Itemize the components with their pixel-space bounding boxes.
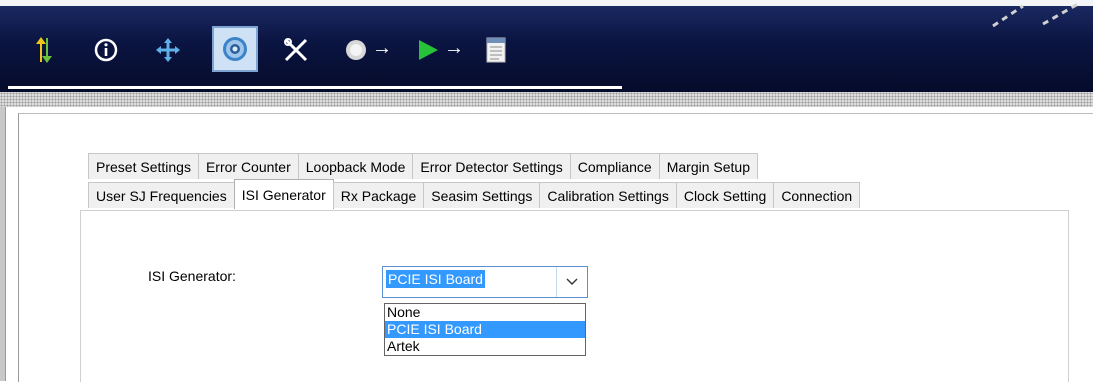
arrow-right-icon: → bbox=[372, 37, 392, 59]
run-play-icon[interactable] bbox=[408, 30, 448, 70]
dropdown-toggle-button[interactable] bbox=[556, 267, 587, 297]
dropdown-option-pcie-isi-board[interactable]: PCIE ISI Board bbox=[385, 321, 585, 338]
isi-generator-label: ISI Generator: bbox=[148, 268, 236, 284]
left-edge-bar bbox=[0, 107, 6, 381]
tab-compliance[interactable]: Compliance bbox=[569, 153, 660, 179]
isi-generator-dropdown-list: None PCIE ISI Board Artek bbox=[384, 303, 586, 356]
report-document-icon[interactable] bbox=[476, 30, 516, 70]
tab-clock-setting[interactable]: Clock Setting bbox=[675, 182, 775, 208]
tab-preset-settings[interactable]: Preset Settings bbox=[88, 153, 199, 179]
tab-row-1: Preset Settings Error Counter Loopback M… bbox=[88, 153, 758, 179]
tab-seasim-settings[interactable]: Seasim Settings bbox=[423, 182, 541, 208]
tab-connection[interactable]: Connection bbox=[773, 182, 861, 208]
info-icon[interactable] bbox=[86, 30, 126, 70]
arrow-right-icon: → bbox=[444, 37, 464, 59]
splitter-band[interactable] bbox=[0, 92, 1093, 107]
power-icon[interactable] bbox=[336, 30, 376, 70]
isi-generator-value-area[interactable]: PCIE ISI Board bbox=[383, 267, 556, 297]
tab-loopback-mode[interactable]: Loopback Mode bbox=[297, 153, 414, 179]
tab-user-sj-frequencies[interactable]: User SJ Frequencies bbox=[88, 182, 235, 208]
dropdown-option-artek[interactable]: Artek bbox=[385, 338, 585, 355]
tab-rx-package[interactable]: Rx Package bbox=[332, 182, 425, 208]
toolbar-underline bbox=[8, 86, 622, 89]
tab-error-detector-settings[interactable]: Error Detector Settings bbox=[412, 153, 571, 179]
tab-margin-setup[interactable]: Margin Setup bbox=[658, 153, 758, 179]
pencil-icon bbox=[983, 0, 1093, 33]
chevron-down-icon bbox=[566, 278, 578, 285]
isi-generator-select[interactable]: PCIE ISI Board bbox=[382, 266, 588, 298]
transfer-arrows-icon[interactable] bbox=[24, 30, 64, 70]
main-toolbar: → → bbox=[0, 0, 1093, 92]
tab-calibration-settings[interactable]: Calibration Settings bbox=[539, 182, 677, 208]
settings-gear-icon[interactable] bbox=[212, 26, 258, 72]
tab-error-counter[interactable]: Error Counter bbox=[197, 153, 299, 179]
tab-isi-generator[interactable]: ISI Generator bbox=[233, 179, 334, 209]
move-icon[interactable] bbox=[148, 30, 188, 70]
toolbar-top-border bbox=[0, 0, 1093, 6]
isi-generator-selected-value[interactable]: PCIE ISI Board bbox=[386, 270, 485, 288]
tab-row-2: User SJ Frequencies ISI Generator Rx Pac… bbox=[88, 179, 861, 209]
tools-icon[interactable] bbox=[276, 30, 316, 70]
dropdown-option-none[interactable]: None bbox=[385, 304, 585, 321]
